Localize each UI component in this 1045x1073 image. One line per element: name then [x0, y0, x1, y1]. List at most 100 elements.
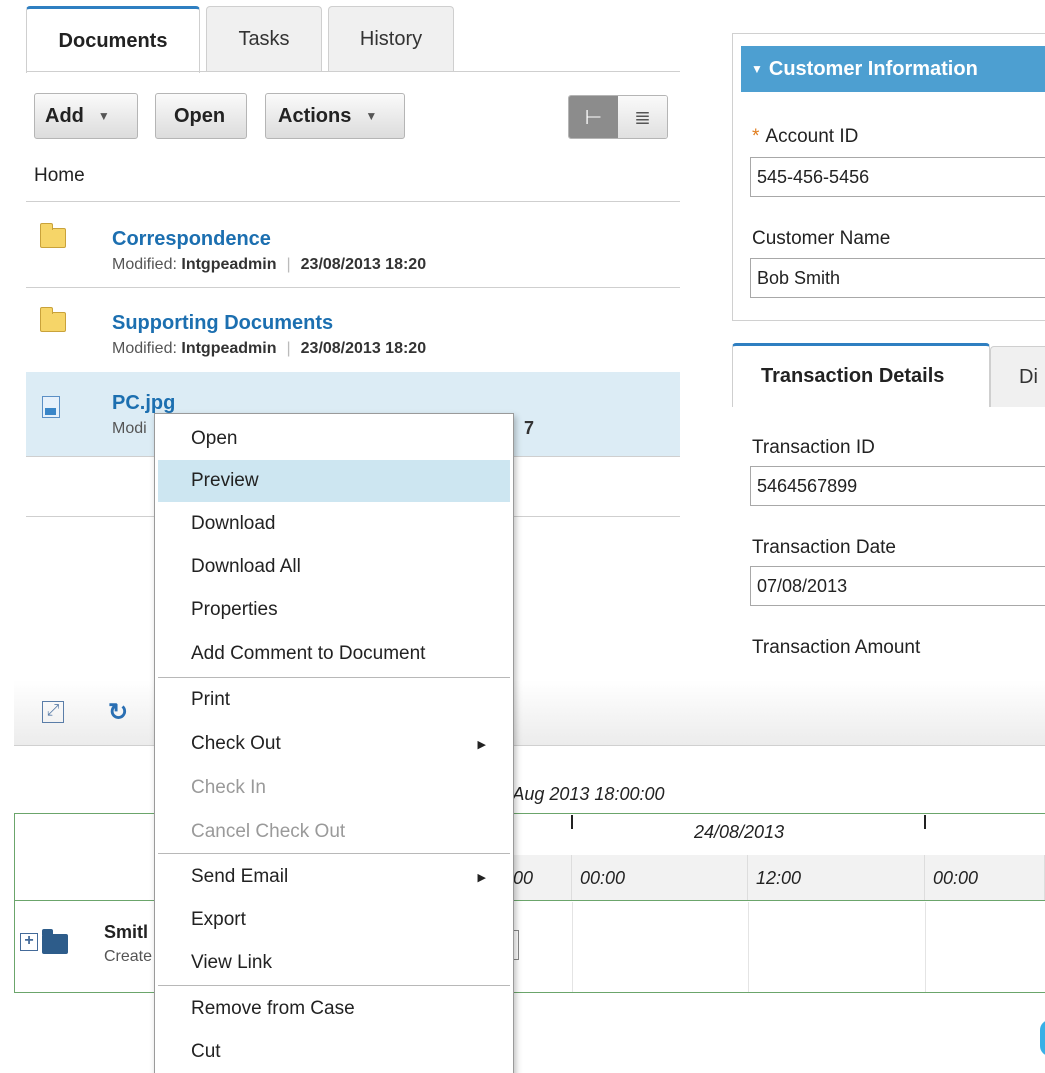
- timeline-gridline: [925, 902, 926, 992]
- timeline-gridline: [572, 902, 573, 992]
- chevron-down-icon: ▼: [751, 62, 763, 76]
- document-name[interactable]: PC.jpg: [112, 392, 175, 415]
- tab-documents[interactable]: Documents: [26, 6, 200, 73]
- timeline-tick: [924, 815, 926, 829]
- timeline-hour: 00:00: [572, 855, 748, 901]
- menu-item-download[interactable]: Download: [158, 503, 510, 545]
- modified-date: 23/08/2013 18:20: [300, 340, 427, 357]
- case-title[interactable]: Smitl: [104, 922, 148, 943]
- menu-item-view-link[interactable]: View Link: [158, 942, 510, 984]
- menu-item-label: Add Comment to Document: [191, 643, 426, 664]
- tab-transaction-details[interactable]: Transaction Details: [732, 343, 990, 407]
- menu-separator: [158, 677, 510, 678]
- transaction-amount-label: Transaction Amount: [752, 637, 921, 658]
- add-button-label: Add: [45, 104, 84, 127]
- menu-item-label: Export: [191, 909, 246, 930]
- menu-item-label: Open: [191, 428, 238, 449]
- modified-label: Modified:: [112, 340, 177, 357]
- menu-item-remove-from-case[interactable]: Remove from Case: [158, 988, 510, 1030]
- menu-item-cancel-check-out: Cancel Check Out: [158, 811, 510, 853]
- account-id-field[interactable]: 545-456-5456: [750, 157, 1045, 197]
- help-icon[interactable]: [1040, 1020, 1045, 1056]
- menu-item-open[interactable]: Open: [158, 418, 510, 460]
- menu-item-export[interactable]: Export: [158, 899, 510, 941]
- open-button-label: Open: [174, 104, 226, 127]
- modified-label: Modi: [112, 420, 147, 437]
- timeline-gridline: [748, 902, 749, 992]
- open-button[interactable]: Open: [155, 93, 247, 139]
- menu-separator: [158, 853, 510, 854]
- image-file-icon: [42, 396, 60, 418]
- required-marker: *: [752, 126, 760, 147]
- menu-item-check-out[interactable]: Check Out ▶: [158, 723, 510, 765]
- account-id-label: * Account ID: [752, 126, 858, 148]
- modified-date-fragment: 7: [524, 418, 535, 438]
- actions-button-label: Actions: [278, 104, 352, 127]
- account-id-label-text: Account ID: [765, 126, 859, 147]
- menu-item-download-all[interactable]: Download All: [158, 546, 510, 588]
- modified-label: Modified:: [112, 256, 177, 273]
- menu-item-check-in: Check In: [158, 767, 510, 809]
- menu-item-properties[interactable]: Properties: [158, 589, 510, 631]
- document-meta: Modified: Intgpeadmin | 23/08/2013 18:20: [112, 256, 427, 273]
- document-row[interactable]: Supporting Documents Modified: Intgpeadm…: [26, 288, 680, 372]
- menu-item-label: Check Out: [191, 733, 281, 754]
- document-row[interactable]: Correspondence Modified: Intgpeadmin | 23/…: [26, 204, 680, 288]
- menu-item-label: Download All: [191, 556, 301, 577]
- tree-view-icon[interactable]: ⊢: [569, 96, 618, 138]
- transaction-date-field[interactable]: 07/08/2013: [750, 566, 1045, 606]
- fit-to-window-icon[interactable]: ⤢: [42, 701, 64, 723]
- refresh-icon[interactable]: ↻: [108, 698, 128, 727]
- view-toggle[interactable]: ⊢ ≣: [568, 95, 668, 139]
- submenu-arrow-icon: ▶: [477, 871, 486, 884]
- document-meta: Modi: [112, 420, 147, 438]
- menu-item-cut[interactable]: Cut: [158, 1031, 510, 1073]
- timeline-date-label: 24/08/2013: [694, 822, 785, 842]
- tab-tasks[interactable]: Tasks: [206, 6, 322, 72]
- menu-item-preview[interactable]: Preview: [158, 460, 510, 502]
- case-folder-icon: [42, 929, 68, 954]
- menu-item-label: Send Email: [191, 866, 289, 887]
- menu-item-label: View Link: [191, 952, 272, 973]
- folder-icon: [39, 307, 66, 332]
- document-name[interactable]: Supporting Documents: [112, 312, 333, 335]
- timeline-hour: 00:00: [925, 855, 1045, 901]
- customer-name-label: Customer Name: [752, 228, 891, 249]
- actions-button[interactable]: Actions ▼: [265, 93, 405, 139]
- customer-info-header[interactable]: ▼ Customer Information: [741, 46, 1045, 92]
- breadcrumb[interactable]: Home: [34, 165, 85, 187]
- menu-item-label: Cancel Check Out: [191, 821, 346, 842]
- modified-date: 23/08/2013 18:20: [300, 256, 427, 273]
- menu-item-label: Cut: [191, 1041, 221, 1062]
- modified-user: Intgpeadmin: [181, 340, 277, 357]
- modified-user: Intgpeadmin: [181, 256, 277, 273]
- menu-item-print[interactable]: Print: [158, 679, 510, 721]
- menu-item-add-comment[interactable]: Add Comment to Document: [158, 633, 510, 675]
- list-view-icon[interactable]: ≣: [618, 96, 667, 138]
- tabs-divider: [26, 71, 680, 72]
- expand-plus-icon[interactable]: +: [20, 933, 38, 951]
- menu-separator: [158, 985, 510, 986]
- menu-item-label: Properties: [191, 599, 278, 620]
- divider: [26, 201, 680, 202]
- customer-name-field[interactable]: Bob Smith: [750, 258, 1045, 298]
- submenu-arrow-icon: ▶: [477, 738, 486, 751]
- transaction-id-label: Transaction ID: [752, 437, 875, 458]
- folder-icon: [39, 223, 66, 248]
- menu-item-label: Print: [191, 689, 231, 710]
- tab-history[interactable]: History: [328, 6, 454, 72]
- timeline-timestamp: 3 Aug 2013 18:00:00: [498, 784, 665, 804]
- tab-next[interactable]: Di: [990, 346, 1045, 407]
- document-meta: Modified: Intgpeadmin | 23/08/2013 18:20: [112, 340, 427, 357]
- menu-item-label: Download: [191, 513, 276, 534]
- case-subtitle: Create: [104, 948, 153, 965]
- document-name[interactable]: Correspondence: [112, 228, 271, 251]
- customer-info-title: Customer Information: [768, 57, 978, 80]
- transaction-date-label: Transaction Date: [752, 537, 896, 558]
- menu-item-send-email[interactable]: Send Email ▶: [158, 856, 510, 898]
- timeline-tick: [571, 815, 573, 829]
- transaction-id-field[interactable]: 5464567899: [750, 466, 1045, 506]
- context-menu: Open Preview Download Download All Prope…: [154, 413, 514, 1073]
- menu-item-label: Check In: [191, 777, 266, 798]
- add-button[interactable]: Add ▼: [34, 93, 138, 139]
